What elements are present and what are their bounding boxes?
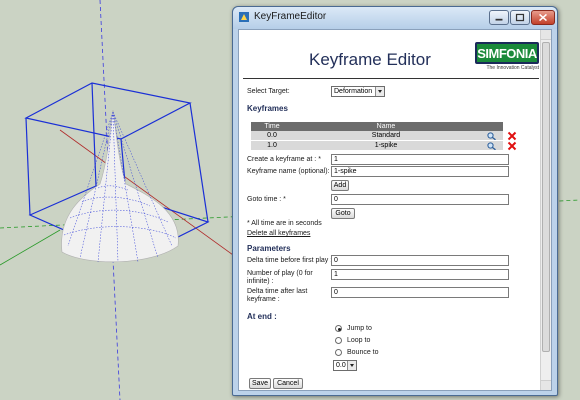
minimize-icon <box>495 18 503 21</box>
select-target-dropdown[interactable]: Deformation <box>331 86 385 97</box>
row-time: 0.0 <box>267 132 277 139</box>
create-keyframe-time-input[interactable]: 1 <box>331 154 509 165</box>
column-time: Time <box>264 123 280 130</box>
row-time: 1.0 <box>267 142 277 149</box>
select-target-value: Deformation <box>334 88 373 95</box>
number-of-play-input[interactable]: 1 <box>331 269 509 280</box>
keyframes-heading: Keyframes <box>247 104 288 113</box>
create-keyframe-label: Create a keyframe at : * <box>247 156 321 163</box>
scroll-thumb[interactable] <box>542 42 550 352</box>
maximize-button[interactable] <box>510 10 530 25</box>
maximize-icon <box>515 13 525 22</box>
row-name: 1-spike <box>374 142 398 149</box>
delete-all-keyframes-link[interactable]: Delete all keyframes <box>247 230 310 237</box>
save-button[interactable]: Save <box>249 378 271 389</box>
column-name: Name <box>376 123 396 130</box>
delta-first-input[interactable]: 0 <box>331 255 509 266</box>
minimize-button[interactable] <box>489 10 509 25</box>
bounce-to-label: Bounce to <box>347 349 379 356</box>
jump-to-label: Jump to <box>347 325 372 332</box>
edit-icon[interactable] <box>487 142 496 150</box>
scroll-up-icon[interactable] <box>541 30 551 40</box>
select-target-label: Select Target: <box>247 88 290 95</box>
header-divider <box>243 78 539 79</box>
app-icon <box>239 12 249 22</box>
chevron-down-icon <box>347 361 356 370</box>
chevron-down-icon <box>375 87 384 96</box>
jump-to-radio[interactable] <box>335 325 342 332</box>
vertical-scrollbar[interactable] <box>540 30 551 390</box>
edit-icon[interactable] <box>487 132 496 140</box>
goto-button[interactable]: Goto <box>331 208 355 219</box>
end-time-value: 0.0 <box>336 362 346 369</box>
delta-first-label: Delta time before first play : <box>247 257 333 264</box>
table-row[interactable]: 1.0 1-spike <box>251 141 517 151</box>
title-bar[interactable]: KeyFrameEditor <box>233 7 557 29</box>
cancel-button[interactable]: Cancel <box>273 378 303 389</box>
axis-green-line <box>0 229 61 266</box>
delta-last-label: Delta time after last keyframe : <box>247 288 308 303</box>
deformed-mesh <box>61 109 179 263</box>
delete-icon[interactable] <box>507 141 517 151</box>
keyframe-name-label: Keyframe name (optional): <box>247 168 330 175</box>
delete-icon[interactable] <box>507 131 517 141</box>
end-time-dropdown[interactable]: 0.0 <box>333 360 357 371</box>
editor-content: Keyframe Editor SIMFONIA The Innovation … <box>238 29 552 391</box>
seconds-note: * All time are in seconds <box>247 220 322 227</box>
bounce-to-radio[interactable] <box>335 349 342 356</box>
close-button[interactable] <box>531 10 555 25</box>
add-button[interactable]: Add <box>331 180 349 191</box>
logo-tagline: The Innovation Catalyst <box>486 65 539 71</box>
simfonia-logo: SIMFONIA The Innovation Catalyst <box>475 42 539 74</box>
loop-to-radio[interactable] <box>335 337 342 344</box>
row-name: Standard <box>371 132 401 139</box>
number-of-play-label: Number of play (0 for infinite) : <box>247 270 313 285</box>
at-end-heading: At end : <box>247 312 277 321</box>
loop-to-label: Loop to <box>347 337 371 344</box>
parameters-heading: Parameters <box>247 244 291 253</box>
window-title: KeyFrameEditor <box>254 11 327 22</box>
close-icon <box>539 13 547 22</box>
table-header: Time Name <box>251 122 503 131</box>
scroll-down-icon[interactable] <box>541 380 551 390</box>
keyframe-editor-window: KeyFrameEditor Keyframe Editor SIMFONIA … <box>232 6 558 396</box>
keyframes-table: Time Name 0.0 Standard 1.0 1-spike <box>251 122 517 151</box>
delta-last-input[interactable]: 0 <box>331 287 509 298</box>
page-title: Keyframe Editor <box>309 50 431 69</box>
table-row[interactable]: 0.0 Standard <box>251 131 517 141</box>
keyframe-name-input[interactable]: 1-spike <box>331 166 509 177</box>
goto-time-input[interactable]: 0 <box>331 194 509 205</box>
logo-text: SIMFONIA <box>477 46 537 61</box>
goto-time-label: Goto time : * <box>247 196 286 203</box>
